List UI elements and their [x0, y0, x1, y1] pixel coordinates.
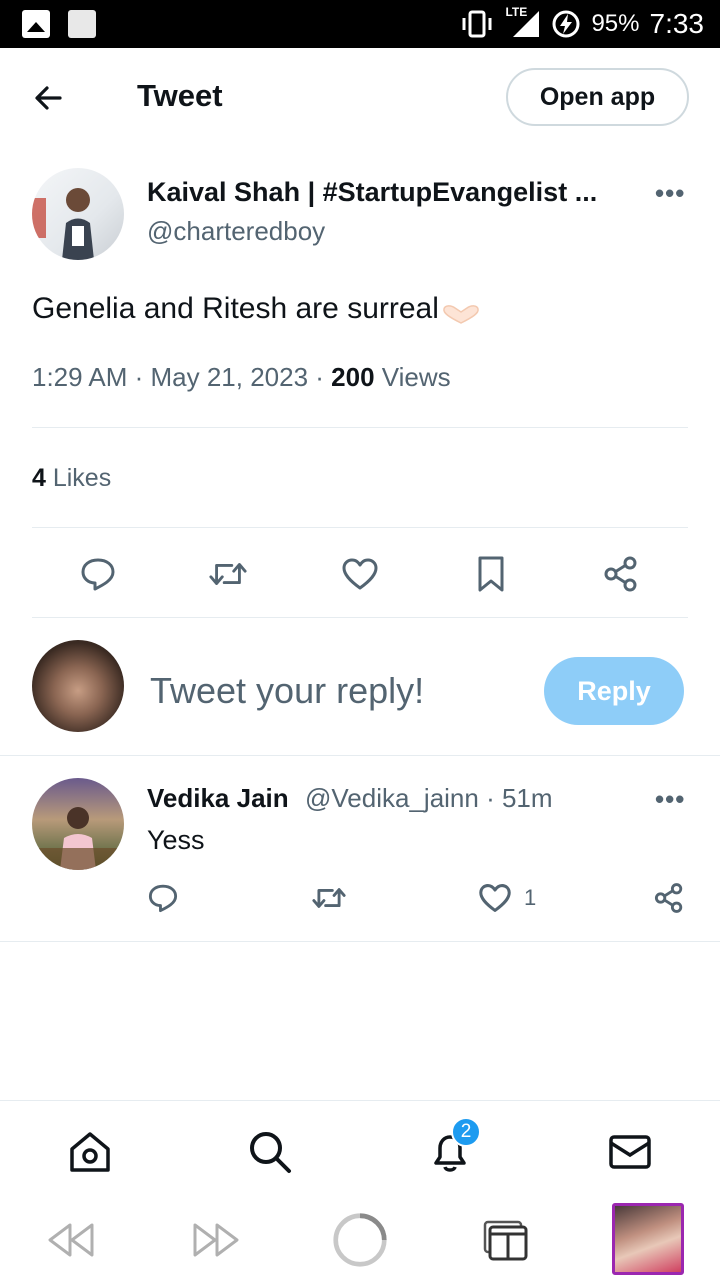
divider [32, 527, 688, 528]
nav-home[interactable] [67, 1129, 113, 1175]
share-action-button[interactable] [601, 554, 641, 594]
back-button[interactable] [30, 78, 70, 118]
tweet-meta: 1:29 AM · May 21, 2023 · 200 Views [32, 362, 451, 393]
reply-action-bar: 1 [147, 880, 687, 924]
retweet-icon [209, 563, 247, 585]
retweet-action-button[interactable] [208, 554, 248, 594]
rewind-icon [48, 1223, 94, 1257]
app-notification-icon [68, 10, 96, 38]
tweet-text-content: Genelia and Ritesh are surreal [32, 292, 439, 325]
nav-messages[interactable] [607, 1129, 653, 1175]
bookmark-icon [478, 556, 504, 592]
browser-back-button[interactable] [43, 1212, 99, 1268]
retweet-icon [312, 888, 346, 908]
comment-icon [148, 884, 178, 913]
tabs-icon [483, 1220, 528, 1261]
reply-text: Yess [147, 825, 205, 855]
views-count: 200 [331, 362, 375, 392]
reply-share-button[interactable] [653, 882, 685, 914]
tweet-action-bar [32, 548, 688, 600]
reply-more-options-icon[interactable]: ••• [655, 784, 685, 815]
divider [0, 755, 720, 756]
author-name[interactable]: Kaival Shah | #StartupEvangelist ... [147, 177, 597, 208]
author-avatar[interactable] [32, 168, 124, 260]
reply-input[interactable] [150, 668, 520, 714]
heart-hands-emoji-icon [441, 299, 481, 324]
views-label: Views [374, 362, 451, 392]
gallery-notification-icon [22, 10, 50, 38]
network-type-label: LTE [505, 5, 528, 19]
divider [32, 617, 688, 618]
divider [32, 427, 688, 428]
back-arrow-icon [35, 86, 62, 110]
current-tab-thumbnail[interactable] [612, 1203, 684, 1275]
reply-comment-button[interactable] [147, 882, 179, 914]
reply-author-name[interactable]: Vedika Jain [147, 783, 289, 814]
tweet-text: Genelia and Ritesh are surreal [32, 292, 481, 326]
mail-icon [609, 1135, 651, 1169]
likes-summary[interactable]: 4 Likes [32, 464, 111, 493]
battery-charging-icon [551, 9, 581, 39]
top-header: Tweet Open app [0, 48, 720, 146]
divider [0, 941, 720, 942]
browser-forward-button[interactable] [188, 1212, 244, 1268]
author-handle[interactable]: @charteredboy [147, 216, 325, 247]
share-icon [654, 883, 683, 913]
tweet-timestamp[interactable]: 1:29 AM · May 21, 2023 · [32, 362, 331, 392]
home-icon [70, 1132, 110, 1172]
reply-author-meta[interactable]: @Vedika_jainn · 51m [305, 783, 553, 814]
bookmark-action-button[interactable] [471, 554, 511, 594]
tweet-more-options-icon[interactable]: ••• [655, 178, 685, 209]
heart-icon [342, 558, 378, 590]
reply-like-button[interactable]: 1 [478, 882, 536, 914]
nav-search[interactable] [247, 1129, 293, 1175]
reply-author-avatar[interactable] [32, 778, 124, 870]
bottom-nav [0, 1100, 720, 1200]
likes-label: Likes [45, 464, 112, 492]
loading-icon [333, 1213, 387, 1267]
heart-icon [479, 884, 511, 912]
page-title: Tweet [137, 78, 223, 113]
reply-like-count: 1 [524, 885, 537, 910]
clock: 7:33 [649, 8, 705, 39]
browser-reload-button[interactable] [332, 1212, 388, 1268]
vibrate-icon [459, 10, 495, 38]
battery-percent: 95% [591, 10, 640, 37]
fast-forward-icon [193, 1223, 239, 1257]
comment-icon [81, 558, 115, 591]
current-user-avatar[interactable] [32, 640, 124, 732]
share-icon [604, 556, 637, 592]
browser-tabs-button[interactable] [476, 1212, 532, 1268]
reply-action-button[interactable] [78, 554, 118, 594]
reply-retweet-button[interactable] [311, 882, 347, 914]
lte-signal-icon: LTE [505, 5, 541, 39]
likes-count: 4 [32, 464, 46, 492]
search-icon [250, 1132, 291, 1173]
reply-button[interactable]: Reply [544, 657, 684, 725]
like-action-button[interactable] [340, 554, 380, 594]
status-bar: LTE 95% 7:33 [0, 0, 720, 48]
open-app-button[interactable]: Open app [506, 68, 689, 126]
notifications-badge: 2 [451, 1117, 481, 1147]
